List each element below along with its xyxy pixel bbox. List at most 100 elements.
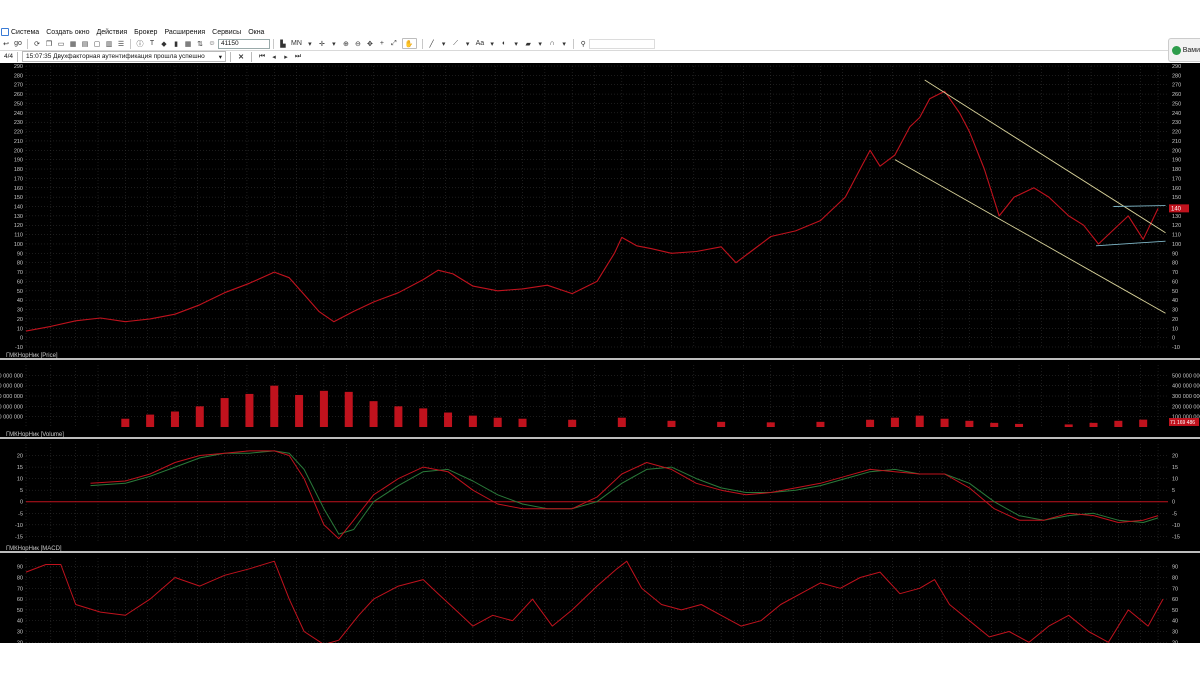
search-icon[interactable]: ⚲ (579, 39, 587, 48)
zoom-in-icon[interactable]: ⊕ (342, 39, 350, 48)
y-tick-label-left: 60 (17, 279, 23, 285)
chart-area[interactable]: -10 -10 0 0 10 10 20 20 30 30 40 40 50 50 60 60 70 70 80 80… (0, 63, 1200, 671)
y-tick-label-right: 200 000 000 (1172, 404, 1200, 410)
price-tag-label: 140 (1171, 206, 1182, 212)
y-tick-label-right: 0 (1172, 336, 1175, 342)
y-tick-label-left: 20 (17, 454, 23, 460)
y-tick-label-right: 190 (1172, 158, 1181, 164)
y-tick-label-left: 60 (17, 597, 23, 603)
color-icon[interactable]: ▰ (524, 39, 532, 48)
menu-windows[interactable]: Окна (248, 29, 264, 36)
y-tick-label-left: 20 (17, 317, 23, 323)
crosshair-icon[interactable]: ✛ (318, 39, 326, 48)
y-tick-label-right: 60 (1172, 279, 1178, 285)
chevron-down-icon[interactable]: ▾ (512, 39, 520, 48)
message-log-select[interactable]: 15:07:35 Двухфакторная аутентификация пр… (22, 51, 227, 62)
first-icon[interactable]: ⏮ (258, 52, 266, 61)
next-icon[interactable]: ▸ (282, 52, 290, 61)
y-tick-label-left: 120 (14, 223, 23, 229)
volume-bar (344, 391, 353, 427)
expand-icon[interactable]: ⤢ (390, 39, 398, 48)
volume-bar (1064, 424, 1073, 427)
volume-bar (617, 417, 626, 427)
ray-tool-icon[interactable]: ⟋ (452, 39, 460, 48)
y-tick-label-right: 250 (1172, 101, 1181, 107)
prev-icon[interactable]: ◂ (270, 52, 278, 61)
line-tool-icon[interactable]: ╱ (428, 39, 436, 48)
volume-bar (766, 422, 775, 427)
user-icon[interactable]: ☺ (208, 39, 216, 48)
menu-bar: Система Создать окно Действия Брокер Рас… (0, 27, 1200, 37)
chevron-down-icon[interactable]: ▾ (330, 39, 338, 48)
menu-services[interactable]: Сервисы (212, 29, 241, 36)
refresh-icon[interactable]: ⟳ (33, 39, 41, 48)
y-tick-label-left: 260 (14, 92, 23, 98)
menu-new-window[interactable]: Создать окно (46, 29, 89, 36)
text-tool-icon[interactable]: T (148, 39, 156, 48)
trades-icon[interactable]: ⇅ (196, 39, 204, 48)
go-button[interactable]: go (14, 39, 22, 48)
volume-bar (146, 414, 155, 427)
list-icon[interactable]: ☰ (117, 39, 125, 48)
y-tick-label-right: 150 (1172, 195, 1181, 201)
chevron-down-icon[interactable]: ▾ (536, 39, 544, 48)
search-input[interactable] (589, 38, 656, 49)
chevron-down-icon[interactable]: ▾ (560, 39, 568, 48)
tile-icon[interactable]: ▥ (105, 39, 113, 48)
close-icon[interactable]: ✕ (237, 52, 245, 61)
chevron-down-icon[interactable]: ▾ (306, 39, 314, 48)
move-icon[interactable]: ✥ (366, 39, 374, 48)
fill-icon[interactable]: ◐ (500, 39, 508, 48)
message-text: 15:07:35 Двухфакторная аутентификация пр… (26, 53, 205, 60)
volume-bar (816, 421, 825, 427)
copy-icon[interactable]: ❐ (45, 39, 53, 48)
window-icon[interactable]: ▢ (93, 39, 101, 48)
info-icon[interactable]: ⓘ (136, 39, 144, 48)
volume-bar (319, 390, 328, 427)
hand-tool-icon[interactable]: ✋ (401, 38, 417, 49)
table-icon[interactable]: ▦ (184, 39, 192, 48)
menu-extensions[interactable]: Расширения (164, 29, 205, 36)
chevron-down-icon[interactable]: ▾ (488, 39, 496, 48)
timeframe-select[interactable]: MN (291, 39, 302, 48)
y-tick-label-right: 5 (1172, 488, 1175, 494)
menu-system[interactable]: Система (11, 29, 39, 36)
separator (251, 51, 253, 62)
volume-bar (195, 406, 204, 427)
quantity-input[interactable]: 41150 (218, 38, 270, 49)
chevron-down-icon[interactable]: ▾ (464, 39, 472, 48)
zoom-out-icon[interactable]: ⊖ (354, 39, 362, 48)
y-tick-label-right: -15 (1172, 534, 1180, 540)
separator (230, 51, 232, 62)
chevron-down-icon[interactable]: ▾ (440, 39, 448, 48)
font-tool-icon[interactable]: Aa (476, 39, 485, 48)
magnet-icon[interactable]: ∩ (548, 39, 556, 48)
sheet-icon[interactable]: ▤ (81, 39, 89, 48)
chart-svg[interactable]: -10 -100 010 1020 2030 3040 4050 5060 6070 7080 80… (0, 63, 1200, 671)
y-tick-label-right: 80 (1172, 575, 1178, 581)
back-icon[interactable]: ↩ (2, 39, 10, 48)
volume-legend: ГМКНорНик [Volume] (6, 432, 64, 438)
grid-icon[interactable]: ▦ (69, 39, 77, 48)
add-icon[interactable]: + (378, 39, 386, 48)
chart-background (0, 63, 1200, 643)
menu-broker[interactable]: Брокер (134, 29, 157, 36)
menu-actions[interactable]: Действия (96, 29, 127, 36)
folder-icon[interactable]: ▭ (57, 39, 65, 48)
y-tick-label-right: 180 (1172, 167, 1181, 173)
y-tick-label-right: 15 (1172, 465, 1178, 471)
y-tick-label-right: 270 (1172, 83, 1181, 89)
bookmark-icon[interactable]: ▮ (172, 39, 180, 48)
y-tick-label-left: 270 (14, 83, 23, 89)
last-icon[interactable]: ⏭ (294, 52, 302, 61)
volume-bar (295, 394, 304, 427)
y-tick-label-left: 50 (17, 289, 23, 295)
chart-type-icon[interactable]: ▙ (279, 39, 287, 48)
y-tick-label-right: 500 000 000 (1172, 373, 1200, 379)
y-tick-label-left: 30 (17, 308, 23, 314)
separator (17, 51, 19, 62)
volume-tag-label: 71 169 486 (1170, 420, 1195, 426)
y-tick-label-left: 200 000 000 (0, 404, 23, 410)
y-tick-label-left: 70 (17, 586, 23, 592)
shapes-icon[interactable]: ◆ (160, 39, 168, 48)
